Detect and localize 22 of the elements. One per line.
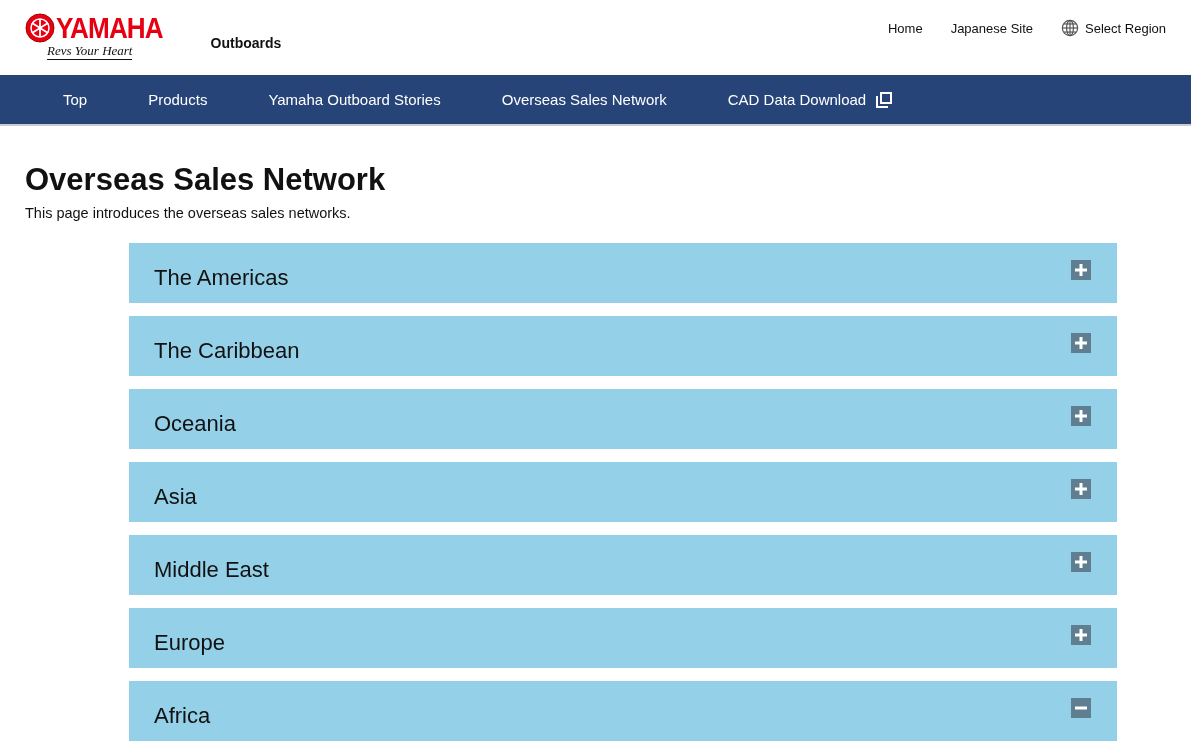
globe-icon bbox=[1061, 19, 1080, 37]
region-accordion-header[interactable]: Middle East bbox=[129, 535, 1117, 595]
brand-logo-text[interactable]: YAMAHA bbox=[56, 13, 163, 43]
region-link[interactable]: Select Region bbox=[1052, 19, 1175, 37]
nav-link[interactable]: CAD Data Download bbox=[702, 75, 918, 124]
region-accordion-header[interactable]: The Americas bbox=[129, 243, 1117, 303]
site-name: Outboards bbox=[210, 35, 282, 51]
nav-link[interactable]: Products bbox=[123, 75, 233, 124]
region-accordion-header[interactable]: Europe bbox=[129, 608, 1117, 668]
region-accordion-header[interactable]: Asia bbox=[129, 462, 1117, 522]
logo-tagline: Revs Your Heart bbox=[47, 43, 133, 60]
nav-link[interactable]: Top bbox=[38, 75, 113, 124]
windows-icon bbox=[876, 91, 893, 108]
region-accordion-header[interactable]: The Caribbean bbox=[129, 316, 1117, 376]
header-link[interactable]: Home bbox=[878, 19, 932, 37]
nav-link[interactable]: Yamaha Outboard Stories bbox=[243, 75, 466, 124]
page-intro: This page introduces the overseas sales networks. bbox=[25, 205, 352, 221]
nav-link[interactable]: Overseas Sales Network bbox=[476, 75, 692, 124]
page-title: Overseas Sales Network bbox=[25, 161, 387, 199]
header-link[interactable]: Japanese Site bbox=[941, 19, 1043, 37]
region-accordion-header[interactable]: Africa bbox=[129, 681, 1117, 741]
region-accordion-header[interactable]: Oceania bbox=[129, 389, 1117, 449]
